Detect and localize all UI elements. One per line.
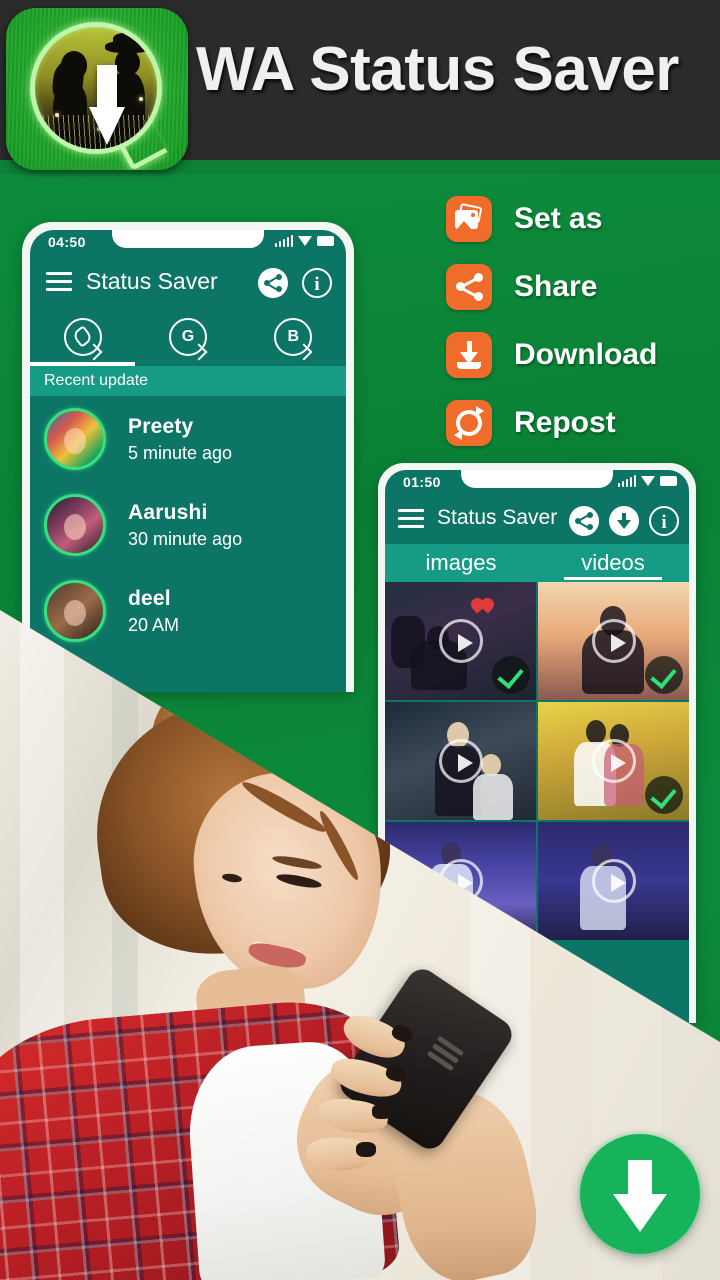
avatar — [44, 580, 106, 642]
phone2-app-bar: Status Saver i — [385, 496, 689, 544]
status-name: Preety — [128, 414, 194, 438]
poster-root: WA Status Saver Set as Share Download Re… — [0, 0, 720, 1280]
media-cell[interactable] — [385, 702, 536, 820]
signal-bars-icon — [274, 235, 293, 247]
repost-icon — [446, 400, 492, 446]
status-list-item[interactable]: deel 20 AM — [30, 568, 346, 654]
play-icon[interactable] — [591, 619, 636, 663]
phone-mockup-status-list: 04:50 Status Saver i G B Recent update P… — [22, 222, 354, 692]
phone1-status-bar: 04:50 — [30, 230, 346, 256]
share-icon[interactable] — [258, 268, 288, 298]
status-time: 5 minute ago — [128, 442, 233, 463]
avatar — [44, 408, 106, 470]
tab-business-whatsapp[interactable]: B — [241, 308, 346, 366]
feature-item-download[interactable]: Download — [446, 332, 716, 378]
status-time: 30 minute ago — [128, 528, 243, 549]
tab-images[interactable]: images — [385, 544, 537, 582]
hamburger-menu-icon[interactable] — [398, 509, 424, 533]
tab-label: B — [287, 328, 300, 345]
hamburger-menu-icon[interactable] — [46, 272, 72, 296]
play-icon[interactable] — [591, 859, 636, 903]
notch — [461, 470, 613, 488]
share-icon[interactable] — [569, 506, 599, 536]
info-icon[interactable]: i — [649, 506, 679, 536]
tab-videos[interactable]: videos — [537, 544, 689, 582]
wifi-icon — [641, 476, 655, 486]
feature-list: Set as Share Download Repost — [446, 196, 716, 468]
download-icon[interactable] — [609, 506, 639, 536]
wa-status-saver-app-icon — [6, 8, 188, 170]
share-icon — [446, 264, 492, 310]
tab-label: images — [425, 550, 497, 575]
feature-item-share[interactable]: Share — [446, 264, 716, 310]
avatar — [44, 494, 106, 556]
check-icon — [492, 656, 530, 694]
signal-bars-icon — [617, 475, 636, 487]
media-cell[interactable] — [538, 822, 689, 940]
status-time: 20 AM — [128, 614, 180, 635]
status-list-item[interactable]: Aarushi 30 minute ago — [30, 482, 346, 568]
phone2-title: Status Saver — [437, 506, 558, 529]
media-cell[interactable] — [538, 582, 689, 700]
feature-item-set-as[interactable]: Set as — [446, 196, 716, 242]
play-icon[interactable] — [438, 739, 483, 783]
notch — [112, 230, 264, 248]
play-icon[interactable] — [591, 739, 636, 783]
phone1-title: Status Saver — [86, 268, 218, 294]
speech-bubble-icon — [24, 18, 170, 170]
phone1-tabs: G B — [30, 308, 346, 366]
set-as-icon — [446, 196, 492, 242]
status-list-item[interactable]: Preety 5 minute ago — [30, 396, 346, 482]
status-name: deel — [128, 586, 171, 610]
feature-item-repost[interactable]: Repost — [446, 400, 716, 446]
feature-label: Set as — [514, 202, 603, 235]
status-bar-time: 01:50 — [403, 474, 441, 490]
phone1-app-bar: Status Saver i — [30, 256, 346, 308]
page-title: WA Status Saver — [196, 35, 679, 104]
download-fab-button[interactable] — [580, 1134, 700, 1254]
feature-label: Repost — [514, 406, 616, 439]
feature-label: Download — [514, 338, 658, 371]
gb-whatsapp-bubble-icon: G — [168, 318, 208, 361]
status-name: Aarushi — [128, 500, 208, 524]
feature-label: Share — [514, 270, 598, 303]
tab-gb-whatsapp[interactable]: G — [135, 308, 240, 366]
phone2-tabs: images videos — [385, 544, 689, 582]
download-arrow-icon — [89, 65, 125, 147]
tab-active-underline — [30, 362, 136, 366]
phone1-screen: 04:50 Status Saver i G B Recent update P… — [30, 230, 346, 692]
bubble-ring — [30, 22, 162, 154]
download-icon — [446, 332, 492, 378]
section-label: Recent update — [44, 372, 149, 389]
status-bar-time: 04:50 — [48, 234, 86, 250]
phone2-status-bar: 01:50 — [385, 470, 689, 496]
battery-icon — [317, 236, 334, 246]
media-cell[interactable] — [385, 582, 536, 700]
wifi-icon — [298, 236, 312, 246]
tab-whatsapp[interactable] — [30, 308, 136, 366]
check-icon — [645, 656, 683, 694]
info-icon[interactable]: i — [302, 268, 332, 298]
tab-label: videos — [581, 550, 645, 575]
play-icon[interactable] — [438, 619, 483, 663]
battery-icon — [660, 476, 677, 486]
media-cell[interactable] — [538, 702, 689, 820]
tab-label: G — [181, 328, 195, 345]
section-header-recent-update: Recent update — [30, 366, 346, 396]
business-whatsapp-bubble-icon: B — [274, 318, 313, 361]
check-icon — [645, 776, 683, 814]
